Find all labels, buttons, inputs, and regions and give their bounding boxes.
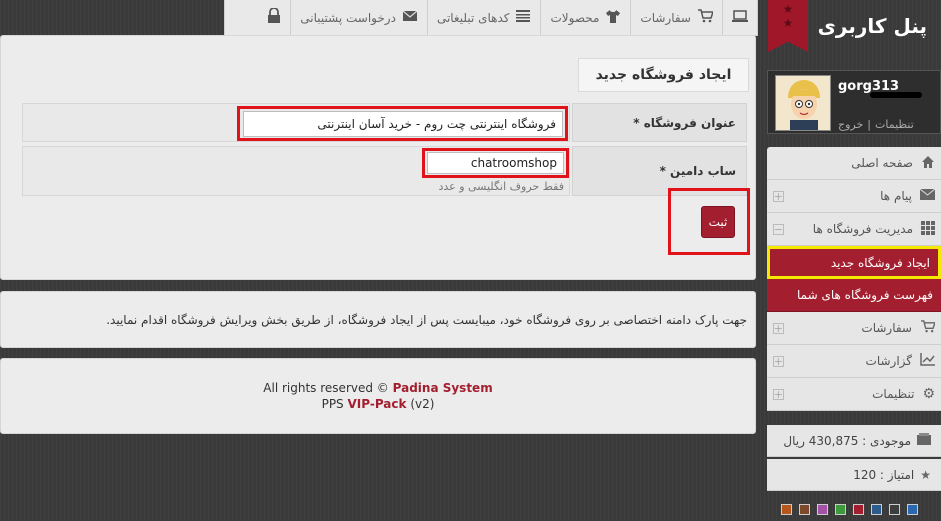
item-content: صفحه اصلی [851,155,935,172]
info-text: جهت پارک دامنه اختصاصی بر روی فروشگاه خو… [106,312,747,327]
star-icon: ★ [920,467,931,482]
balance-text: موجودی : 430,875 ریال [783,433,911,448]
sidebar-item-label: گزارشات [865,354,912,368]
sidebar-item-label: سفارشات [861,321,912,335]
sidebar-menu: صفحه اصلی پیام ها + مدیریت فروشگاه ها − … [767,147,941,411]
barcode-icon [515,9,531,27]
gear-icon: ⚙ [922,386,935,402]
tab-label: سفارشات [640,10,691,25]
sidebar-subitem-store-list[interactable]: فهرست فروشگاه های شما [767,279,941,312]
panel-title: پنل کاربری [817,14,927,38]
ribbon-logo: ★ ★ [768,0,808,52]
laptop-icon [732,9,748,26]
home-icon [921,155,935,172]
version-line: PPS VIP-Pack (v2) [1,397,755,411]
tab-label: محصولات [550,10,600,25]
theme-swatches [781,504,918,515]
subdomain-input[interactable]: chatroomshop [427,152,564,174]
sidebar-item-settings[interactable]: ⚙ تنظیمات + [767,378,941,411]
info-panel: جهت پارک دامنه اختصاصی بر روی فروشگاه خو… [0,291,756,348]
sidebar-item-store-management[interactable]: مدیریت فروشگاه ها − [767,213,941,246]
lock-icon [267,6,281,28]
score-text: امتیاز : 120 [853,467,915,482]
tab-lock[interactable] [258,0,290,35]
sidebar-item-home[interactable]: صفحه اصلی [767,147,941,180]
chart-icon [920,353,935,369]
sidebar-item-label: پیام ها [880,189,912,203]
sidebar-item-messages[interactable]: پیام ها + [767,180,941,213]
redaction-mark [870,92,922,98]
theme-swatch[interactable] [835,504,846,515]
balance-row: موجودی : 430,875 ریال [767,425,941,457]
expand-icon[interactable]: + [773,190,784,202]
pps-text: PPS [321,397,344,411]
score-row: ★ امتیاز : 120 [767,459,941,491]
theme-swatch[interactable] [889,504,900,515]
tab-label: کدهای تبلیغاتی [436,10,510,25]
user-links: تنظیمات | خروج [838,118,914,131]
sidebar-item-label: تنظیمات [872,387,915,401]
star-icon: ★ [782,16,794,30]
item-content: گزارشات [866,353,935,369]
expand-icon[interactable]: + [773,388,784,400]
theme-swatch[interactable] [853,504,864,515]
item-content: پیام ها [880,188,936,203]
collapse-icon[interactable]: − [773,223,784,235]
theme-swatch[interactable] [799,504,810,515]
top-tabs: سفارشات محصولات کدهای تبلیغاتی درخواست پ… [224,0,758,36]
sidebar-item-label: مدیریت فروشگاه ها [812,222,913,236]
sidebar-item-label: ایجاد فروشگاه جدید [830,255,930,270]
star-icon: ★ [782,2,794,16]
copyright-line: All rights reserved © Padina System [1,381,755,395]
submit-button[interactable]: ثبت [701,206,735,238]
settings-link[interactable]: تنظیمات [875,118,914,131]
tab-support[interactable]: درخواست پشتیبانی [290,0,427,35]
rights-text: All rights reserved © [263,381,389,395]
wallet-icon [917,433,931,448]
tab-label: درخواست پشتیبانی [300,10,396,25]
theme-swatch[interactable] [907,504,918,515]
item-content: سفارشات [861,320,936,336]
theme-swatch[interactable] [871,504,882,515]
version-text: (v2) [410,397,435,411]
sidebar-subitem-new-store[interactable]: ایجاد فروشگاه جدید [767,246,941,279]
separator: | [867,118,872,131]
sidebar-item-reports[interactable]: گزارشات + [767,345,941,378]
tab-promo-codes[interactable]: کدهای تبلیغاتی [426,0,541,35]
mail-icon [402,10,418,26]
footer-panel: All rights reserved © Padina System PPS … [0,358,756,434]
brand-link[interactable]: Padina System [393,381,493,395]
avatar [775,75,831,131]
cart-icon [697,8,715,27]
theme-swatch[interactable] [781,504,792,515]
sidebar-item-label: صفحه اصلی [851,156,913,170]
grid-icon [921,220,935,238]
vip-link[interactable]: VIP-Pack [348,397,407,411]
subdomain-hint: فقط حروف انگلیسی و عدد [438,180,564,193]
page-title: ایجاد فروشگاه جدید [578,58,749,92]
expand-icon[interactable]: + [773,322,784,334]
sidebar-item-orders[interactable]: سفارشات + [767,312,941,345]
theme-swatch[interactable] [817,504,828,515]
logout-link[interactable]: خروج [838,118,863,131]
shop-title-input[interactable]: فروشگاه اینترنتی چت روم - خرید آسان اینت… [243,111,563,137]
mail-icon [919,188,936,203]
shirt-icon [605,9,621,27]
sidebar-item-label: فهرست فروشگاه های شما [797,288,933,302]
tab-products[interactable]: محصولات [540,0,630,35]
cart-icon [920,320,936,336]
expand-icon[interactable]: + [773,355,784,367]
tab-dashboard[interactable] [722,0,757,35]
shop-title-label: عنوان فروشگاه * [572,103,747,142]
item-content: ⚙ تنظیمات [872,386,935,402]
item-content: مدیریت فروشگاه ها [812,220,935,238]
tab-orders[interactable]: سفارشات [630,0,722,35]
